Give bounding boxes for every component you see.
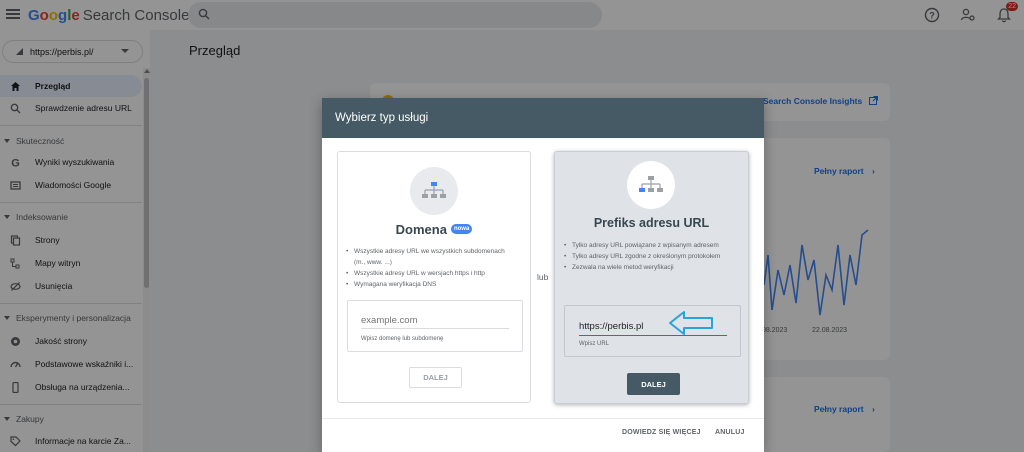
- cancel-button[interactable]: ANULUJ: [715, 429, 745, 436]
- bullet-item: Tylko adresy URL zgodne z określonym pro…: [564, 251, 734, 262]
- bullet-item: Wymagana weryfikacja DNS: [346, 279, 516, 290]
- url-prefix-bullets: Tylko adresy URL powiązane z wpisanym ad…: [564, 240, 734, 273]
- url-prefix-helper-text: Wpisz URL: [579, 341, 610, 347]
- domain-bullets: Wszystkie adresy URL we wszystkich subdo…: [346, 246, 516, 290]
- bullet-item: Wszystkie adresy URL w wersjach https i …: [346, 268, 516, 279]
- domain-option[interactable]: Domenanowa Wszystkie adresy URL we wszys…: [337, 151, 531, 403]
- learn-more-button[interactable]: DOWIEDZ SIĘ WIĘCEJ: [622, 429, 701, 436]
- domain-input-box: Wpisz domenę lub subdomenę: [347, 300, 523, 352]
- new-badge: nowa: [450, 223, 473, 234]
- domain-title: Domena: [395, 222, 447, 237]
- select-property-type-dialog: Wybierz typ usługi Domenanowa Wszystkie …: [322, 98, 764, 452]
- url-prefix-title: Prefiks adresu URL: [593, 216, 710, 230]
- url-prefix-input[interactable]: https://perbis.pl: [579, 321, 643, 332]
- dialog-footer-divider: [322, 418, 764, 419]
- domain-input[interactable]: [361, 313, 509, 329]
- domain-sitemap-icon: [410, 167, 458, 215]
- domain-helper-text: Wpisz domenę lub subdomenę: [361, 336, 444, 342]
- dialog-title: Wybierz typ usługi: [322, 98, 764, 138]
- bullet-item: Tylko adresy URL powiązane z wpisanym ad…: [564, 240, 734, 251]
- url-prefix-continue-button[interactable]: DALEJ: [627, 373, 680, 395]
- bullet-item: Zezwala na wiele metod weryfikacji: [564, 262, 734, 273]
- bullet-item: Wszystkie adresy URL we wszystkich subdo…: [346, 246, 516, 268]
- annotation-arrow-icon: [669, 311, 713, 335]
- url-prefix-sitemap-icon: [627, 161, 675, 209]
- domain-title-row: Domena nowa: [338, 222, 530, 237]
- or-label: lub: [537, 272, 549, 282]
- domain-continue-button[interactable]: DALEJ: [409, 367, 462, 388]
- url-prefix-option[interactable]: Prefiks adresu URL Tylko adresy URL powi…: [554, 151, 749, 404]
